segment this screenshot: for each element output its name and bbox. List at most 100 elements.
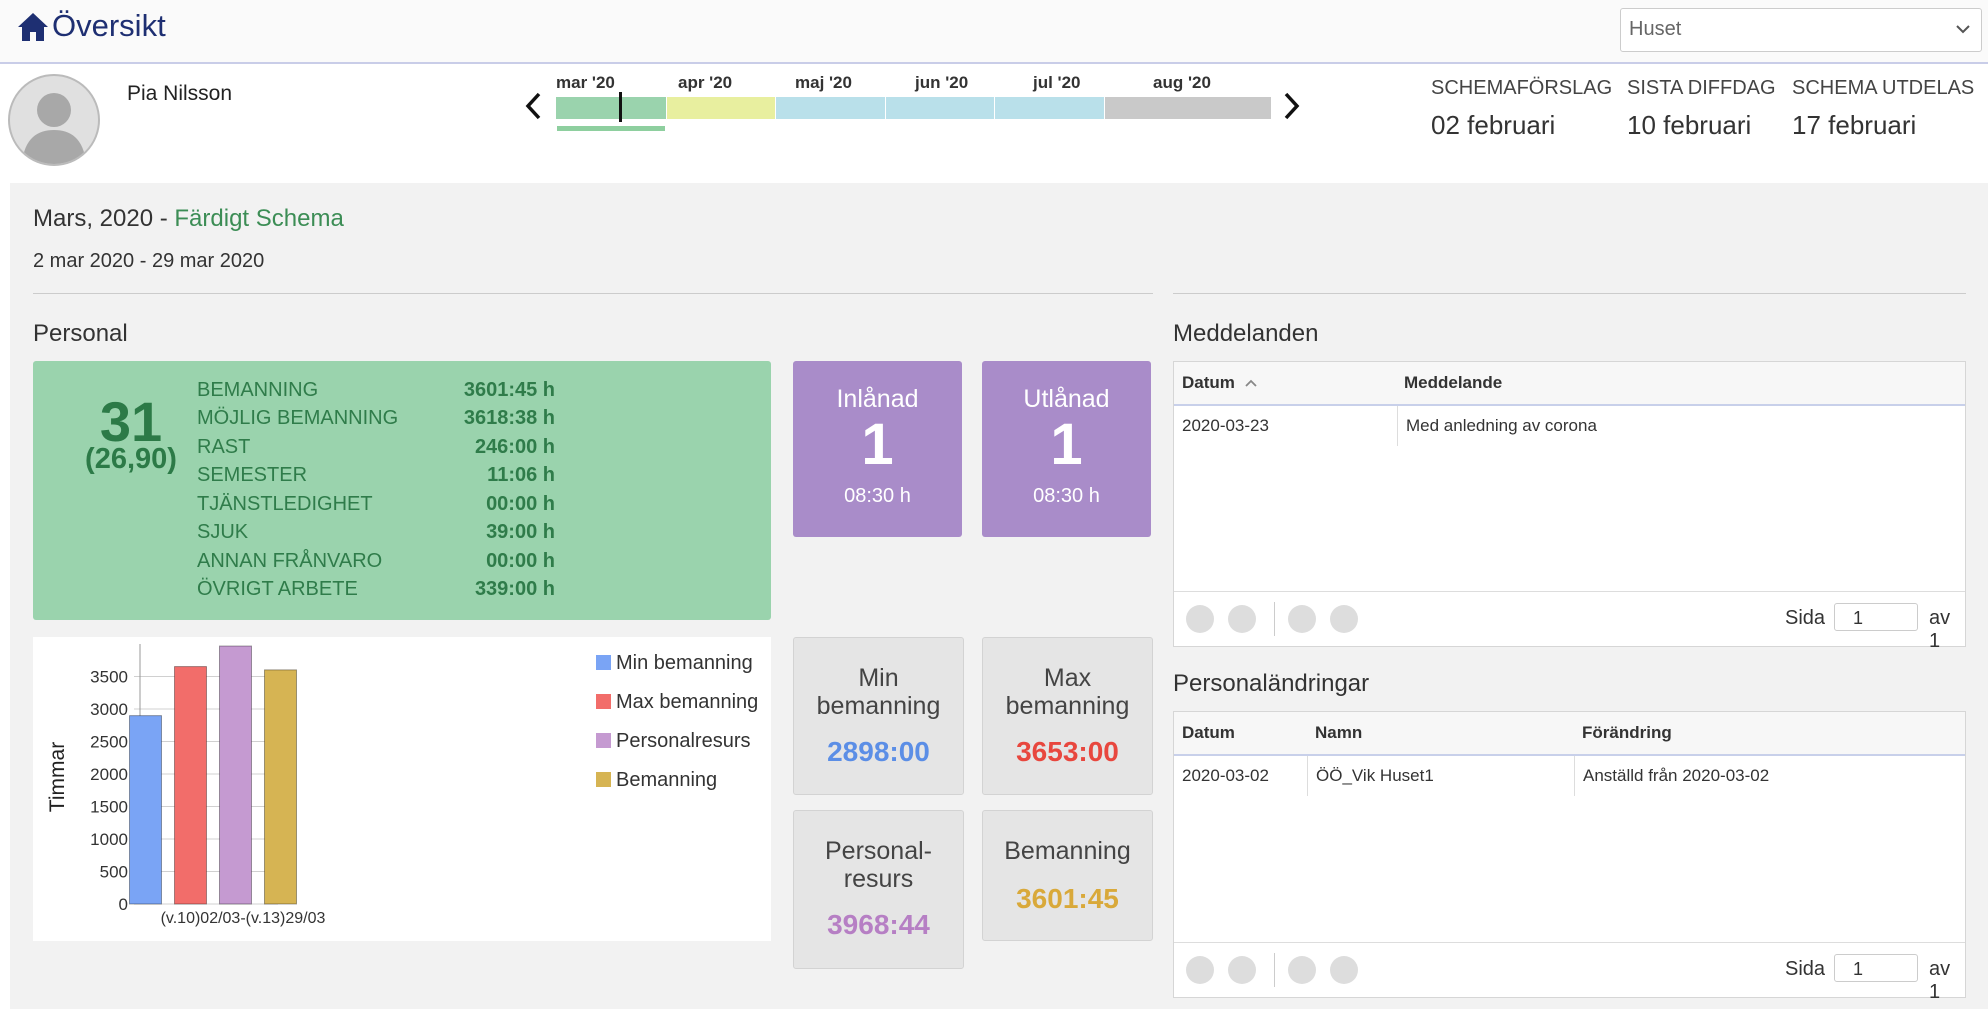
y-tick-label: 1000 xyxy=(90,830,128,849)
first-page-button[interactable] xyxy=(1186,605,1214,633)
legend-item[interactable]: Max bemanning xyxy=(596,691,758,714)
x-axis-category: (v.10)02/03-(v.13)29/03 xyxy=(161,910,326,927)
user-name: Pia Nilsson xyxy=(127,82,233,105)
personalresurs-tile[interactable]: Personal- resurs 3968:44 xyxy=(793,810,964,969)
stat-value: 246:00 h xyxy=(474,436,555,458)
page-input[interactable]: 1 xyxy=(1834,954,1918,982)
timeline-segment[interactable] xyxy=(995,97,1104,119)
timeline-segment[interactable] xyxy=(886,97,994,119)
chart-bar[interactable] xyxy=(264,669,297,905)
tile-title: Bemanning xyxy=(1004,837,1131,865)
staff-fte: (26,90) xyxy=(85,443,177,475)
messages-section-title: Meddelanden xyxy=(1173,320,1319,347)
legend-item[interactable]: Bemanning xyxy=(596,769,717,792)
schedule-label: SISTA DIFFDAG xyxy=(1627,77,1776,99)
y-tick-label: 2000 xyxy=(90,765,128,784)
next-page-button[interactable] xyxy=(1288,956,1316,984)
unit-select[interactable]: Huset xyxy=(1620,8,1982,52)
staffing-chart: Timmar 0 500 1000 1500 2000 2500 3000 3500 (v.1… xyxy=(33,637,771,941)
last-page-button[interactable] xyxy=(1330,956,1358,984)
stat-label: ÖVRIGT ARBETE xyxy=(197,578,358,600)
timeline-prev-button[interactable] xyxy=(521,88,551,128)
chevron-right-icon xyxy=(1284,92,1300,120)
messages-grid: Datum Meddelande 2020-03-23 Med anlednin… xyxy=(1173,361,1966,652)
page-input[interactable]: 1 xyxy=(1834,603,1918,631)
utlanad-tile[interactable]: Utlånad 1 08:30 h xyxy=(982,361,1151,537)
message-text[interactable]: Med anledning av corona xyxy=(1406,416,1597,436)
column-header-datum[interactable]: Datum xyxy=(1182,373,1258,393)
chevron-down-icon xyxy=(1956,25,1970,34)
change-date[interactable]: 2020-03-02 xyxy=(1182,766,1269,786)
column-header-meddelande[interactable]: Meddelande xyxy=(1404,373,1502,393)
last-page-button[interactable] xyxy=(1330,605,1358,633)
home-icon[interactable] xyxy=(16,10,50,44)
chart-bar[interactable] xyxy=(219,645,252,905)
page-count: av 1 xyxy=(1929,607,1951,652)
next-page-button[interactable] xyxy=(1288,605,1316,633)
unit-select-value: Huset xyxy=(1629,18,1682,40)
column-header-datum[interactable]: Datum xyxy=(1182,723,1235,743)
change-name[interactable]: ÖÖ_Vik Huset1 xyxy=(1316,766,1434,786)
y-tick-label: 500 xyxy=(100,863,128,882)
inlanad-tile[interactable]: Inlånad 1 08:30 h xyxy=(793,361,962,537)
y-tick-label: 0 xyxy=(119,895,128,914)
stat-label: BEMANNING xyxy=(197,379,319,401)
schedule-label: SCHEMAFÖRSLAG xyxy=(1431,77,1613,99)
legend-swatch xyxy=(596,733,611,748)
page-count: av 1 xyxy=(1929,958,1951,1003)
chevron-left-icon xyxy=(525,92,541,120)
timeline-segment[interactable] xyxy=(1105,97,1271,119)
legend-label: Max bemanning xyxy=(616,691,759,713)
timeline-month-label[interactable]: maj '20 xyxy=(795,73,852,93)
timeline-segment[interactable] xyxy=(776,97,885,119)
prev-page-button[interactable] xyxy=(1228,956,1256,984)
timeline-next-button[interactable] xyxy=(1280,88,1310,128)
column-separator xyxy=(1574,756,1575,796)
chart-canvas: Timmar 0 500 1000 1500 2000 2500 3000 3500 (v.1… xyxy=(46,644,326,927)
staff-changes-grid: Datum Namn Förändring 2020-03-02 ÖÖ_Vik … xyxy=(1173,711,1966,1003)
legend-item[interactable]: Personalresurs xyxy=(596,730,751,753)
period-name: Mars, 2020 xyxy=(33,205,154,232)
divider xyxy=(33,293,1153,294)
timeline-month-label[interactable]: mar '20 xyxy=(556,73,615,93)
y-tick-label: 1500 xyxy=(90,798,128,817)
grid-header: Datum Namn Förändring xyxy=(1174,712,1965,756)
legend-swatch xyxy=(596,772,611,787)
bemanning-tile[interactable]: Bemanning 3601:45 xyxy=(982,810,1153,941)
tile-title: resurs xyxy=(843,865,914,893)
prev-page-button[interactable] xyxy=(1228,605,1256,633)
stat-value: 339:00 h xyxy=(474,578,555,600)
timeline-month-label[interactable]: aug '20 xyxy=(1153,73,1211,93)
timeline-month-label[interactable]: jul '20 xyxy=(1033,73,1081,93)
utlanad-title: Utlånad xyxy=(1023,385,1110,413)
timeline-month-label[interactable]: jun '20 xyxy=(915,73,968,93)
change-description[interactable]: Anställd från 2020-03-02 xyxy=(1583,766,1769,786)
chart-bar[interactable] xyxy=(129,715,162,905)
stat-value: 39:00 h xyxy=(486,521,555,543)
column-header-namn[interactable]: Namn xyxy=(1315,723,1362,743)
stat-label: TJÄNSTLEDIGHET xyxy=(197,493,373,515)
timeline-segment[interactable] xyxy=(556,97,666,119)
column-header-forandring[interactable]: Förändring xyxy=(1582,723,1672,743)
legend-item[interactable]: Min bemanning xyxy=(596,652,753,675)
min-bemanning-tile[interactable]: Min bemanning 2898:00 xyxy=(793,637,964,795)
timeline-month-label[interactable]: apr '20 xyxy=(678,73,732,93)
column-header-label: Datum xyxy=(1182,373,1235,392)
tile-title: bemanning xyxy=(816,692,941,720)
tile-title: Min xyxy=(858,664,899,692)
message-date[interactable]: 2020-03-23 xyxy=(1182,416,1269,436)
pager-separator xyxy=(1274,953,1275,987)
personal-section-title: Personal xyxy=(33,320,128,347)
period-title: Mars, 2020 - Färdigt Schema xyxy=(33,205,344,233)
staff-changes-pager: Sida 1 av 1 xyxy=(1174,942,1965,1003)
max-bemanning-tile[interactable]: Max bemanning 3653:00 xyxy=(982,637,1153,795)
first-page-button[interactable] xyxy=(1186,956,1214,984)
schedule-date: 10 februari xyxy=(1627,110,1752,140)
stat-label: SEMESTER xyxy=(197,464,308,486)
avatar xyxy=(8,74,100,166)
staff-changes-section-title: Personaländringar xyxy=(1173,670,1370,697)
pager-separator xyxy=(1274,602,1275,636)
chart-bar[interactable] xyxy=(174,666,207,905)
stat-value: 3601:45 h xyxy=(463,379,555,401)
timeline-segment[interactable] xyxy=(667,97,775,119)
